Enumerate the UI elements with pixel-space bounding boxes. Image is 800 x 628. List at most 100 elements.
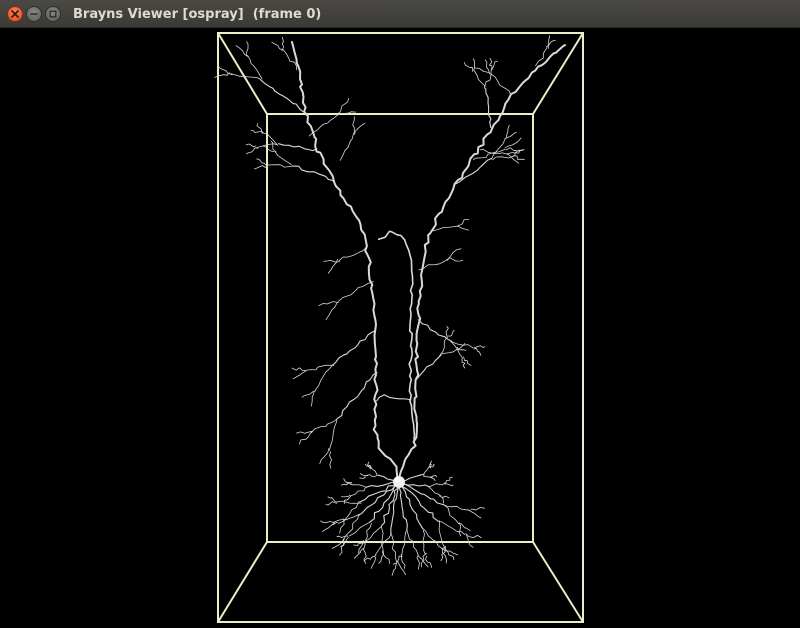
neurite-branch: [433, 225, 458, 232]
neurite-branch: [473, 345, 486, 349]
neurite-branch: [337, 281, 374, 302]
neurite-branch: [376, 394, 412, 402]
neurite-branch: [377, 230, 416, 441]
bounding-box-front-face: [217, 32, 584, 623]
neurite-branch: [299, 431, 312, 445]
neurite-branch: [457, 224, 469, 231]
neurite-branch: [338, 246, 368, 262]
3d-scene-canvas[interactable]: [0, 28, 800, 628]
neurite-branch: [441, 495, 450, 499]
close-icon: [11, 10, 19, 18]
neurite-branch: [416, 556, 420, 570]
neurite-branch: [337, 372, 378, 419]
window-title: Brayns Viewer [ospray] (frame 0): [73, 7, 322, 22]
maximize-icon: [49, 10, 57, 18]
neurite-branch: [214, 72, 230, 78]
neurite-branch: [447, 248, 462, 261]
neurite-branch: [327, 496, 337, 502]
neurite-branch: [311, 417, 339, 434]
neurite-branch: [370, 555, 377, 569]
neurite-branch: [472, 58, 475, 70]
title-bar[interactable]: Brayns Viewer [ospray] (frame 0): [0, 0, 800, 28]
neurite-branch: [267, 164, 292, 168]
maximize-button[interactable]: [45, 6, 61, 22]
minimize-button[interactable]: [26, 6, 42, 22]
neurite-branch: [291, 367, 307, 371]
neurite-branch: [467, 509, 482, 519]
neurite-branch: [271, 41, 283, 51]
neurite-branch: [349, 483, 366, 487]
neurite-branch: [445, 326, 449, 337]
neurite-branch: [332, 519, 346, 526]
neurite-branch: [458, 522, 462, 537]
neurite-branch: [380, 525, 384, 552]
neurite-branch: [322, 522, 336, 532]
soma: [393, 476, 405, 488]
neurite-branch: [473, 347, 482, 356]
neurite-branch: [491, 137, 506, 160]
neurite-branch: [343, 478, 353, 483]
neurite-branch: [442, 549, 447, 564]
neurite-branch: [382, 551, 391, 564]
neurite-branch: [263, 146, 275, 152]
neurite-branch: [391, 562, 397, 576]
bounding-box-edge: [217, 32, 268, 115]
neurite-branch: [245, 41, 249, 56]
neurite-branch: [438, 520, 446, 548]
neurite-branch: [465, 533, 482, 538]
app-window: Brayns Viewer [ospray] (frame 0): [0, 0, 800, 628]
neurite-branch: [359, 476, 366, 479]
render-viewport[interactable]: [0, 28, 800, 628]
neurite-branch: [217, 65, 233, 76]
neurite-branch: [339, 132, 354, 161]
neurite-branch: [547, 35, 550, 49]
neurite-branch: [291, 41, 399, 479]
neurite-branch: [397, 482, 408, 532]
neurite-branch: [254, 165, 268, 170]
neurite-branch: [353, 542, 366, 546]
neurite-branch: [489, 57, 493, 70]
neurite-branch: [320, 520, 335, 524]
neurite-branch: [490, 73, 511, 95]
neurite-branch: [463, 356, 472, 366]
neurite-branch: [325, 302, 338, 321]
neurite-branch: [401, 531, 407, 556]
neurite-branch: [281, 36, 284, 52]
neurite-branch: [363, 522, 372, 549]
neurite-branch: [332, 330, 376, 366]
bounding-box-edge: [532, 541, 584, 623]
neurite-branch: [325, 501, 338, 506]
bounding-box-edge: [532, 32, 584, 115]
neurite-branch: [328, 418, 338, 451]
neurite-branch: [292, 370, 307, 380]
neurite-branch: [247, 55, 263, 80]
neurite-branch: [274, 151, 292, 166]
neurite-branch: [431, 475, 438, 479]
neurite-branch: [453, 157, 492, 186]
neurite-branch: [456, 219, 470, 227]
neurite-branch: [245, 143, 257, 148]
neurite-branch: [305, 364, 335, 371]
neurite-branch: [419, 466, 430, 476]
neurite-branch: [337, 500, 362, 504]
neurite-branch: [390, 532, 397, 563]
neurite-branch: [428, 486, 442, 497]
neurite-branch: [418, 473, 432, 478]
neurite-branch: [311, 390, 315, 407]
neurite-branch: [393, 555, 403, 565]
bounding-box-edge: [217, 541, 268, 623]
neurite-branch: [430, 476, 436, 482]
close-button[interactable]: [7, 6, 23, 22]
neurite-branch: [341, 494, 351, 498]
neurite-branch: [448, 257, 464, 262]
neurite-branch: [359, 473, 368, 477]
neurite-branch: [420, 526, 444, 550]
neurite-branch: [506, 153, 519, 164]
neurite-branch: [246, 147, 259, 155]
neurite-branch: [443, 483, 454, 487]
neurite-branch: [329, 451, 332, 469]
neurite-branch: [463, 62, 473, 72]
neurite-branch: [445, 476, 453, 484]
neurite-branch: [473, 69, 486, 89]
neurite-branch: [475, 67, 490, 74]
